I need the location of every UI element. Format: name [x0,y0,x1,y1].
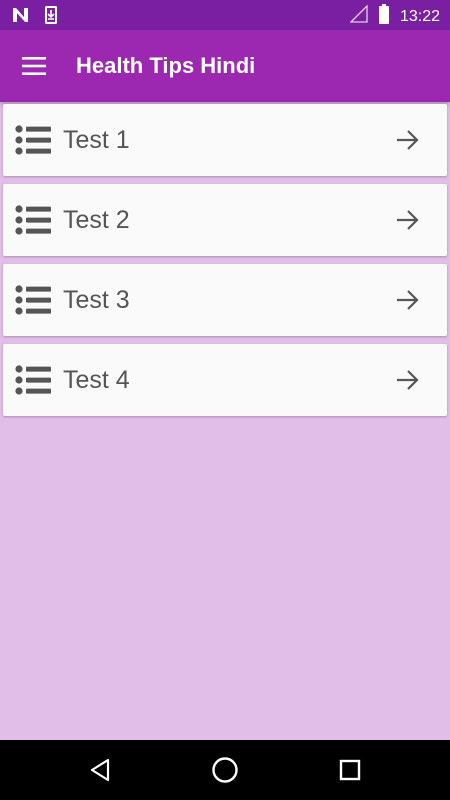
arrow-right-icon[interactable] [395,209,419,231]
list-item-test-1[interactable]: Test 1 [3,104,447,176]
status-bar-right: 13:22 [349,4,440,29]
list-item-label: Test 3 [63,286,130,314]
app-bar: Health Tips Hindi [0,30,450,102]
recents-icon [339,759,361,781]
list-item-test-4[interactable]: Test 4 [3,344,447,416]
status-bar-left [12,6,58,29]
back-icon [90,758,110,782]
system-nav-bar [0,740,450,800]
arrow-right-icon[interactable] [395,289,419,311]
list-icon [15,285,51,315]
menu-button[interactable] [16,48,52,84]
battery-icon [378,4,390,29]
list-item-label: Test 4 [63,366,130,394]
list-icon [15,205,51,235]
download-icon [44,6,58,29]
status-bar: 13:22 [0,0,450,30]
home-icon [212,757,238,783]
app-title: Health Tips Hindi [76,53,256,78]
home-button[interactable] [210,755,240,785]
list-item-test-2[interactable]: Test 2 [3,184,447,256]
recents-button[interactable] [335,755,365,785]
list-item-label: Test 2 [63,206,130,234]
status-time: 13:22 [399,7,440,25]
list-item-label: Test 1 [63,126,130,154]
arrow-right-icon[interactable] [395,369,419,391]
n-notification-icon [12,7,30,28]
signal-icon [349,4,368,28]
list-icon [15,125,51,155]
list-icon [15,365,51,395]
back-button[interactable] [85,755,115,785]
list-item-test-3[interactable]: Test 3 [3,264,447,336]
arrow-right-icon[interactable] [395,129,419,151]
items-list: Test 1 Test 2 Test 3 Test 4 [3,104,447,424]
menu-icon [22,57,46,75]
